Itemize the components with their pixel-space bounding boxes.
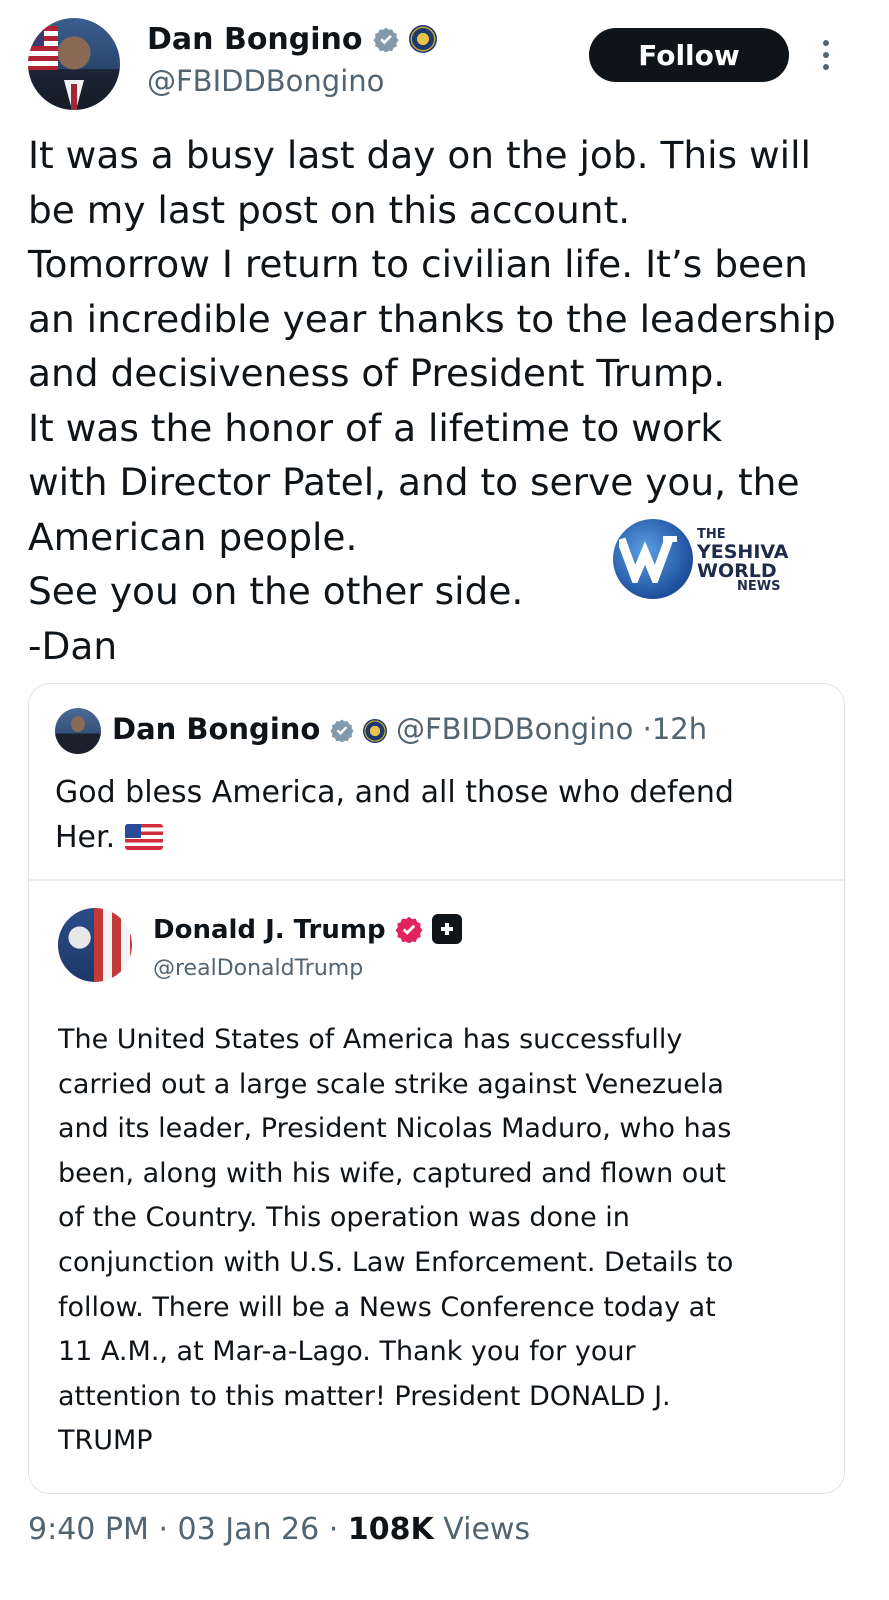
trump-text-line: follow. There will be a News Conference … bbox=[58, 1291, 716, 1323]
quoted-text-word: Her. bbox=[55, 820, 116, 855]
avatar-tie bbox=[71, 84, 77, 110]
trump-name-row: Donald J. Trump bbox=[153, 914, 462, 945]
views-label: Views bbox=[443, 1512, 531, 1547]
views-count: 108K bbox=[347, 1512, 434, 1547]
us-flag-icon bbox=[124, 824, 163, 850]
post-metadata: 9:40 PM · 03 Jan 26 · 108K Views bbox=[28, 1512, 530, 1547]
trump-text-line: The United States of America has success… bbox=[58, 1024, 683, 1055]
quoted-text-line: God bless America, and all those who def… bbox=[55, 775, 734, 810]
yeshiva-world-news-watermark: THE YESHIVA WORLD NEWS bbox=[613, 519, 793, 603]
quoted-author-name[interactable]: Dan Bongino bbox=[112, 712, 320, 746]
trump-text-line: 11 A.M., at Mar-a-Lago. Thank you for yo… bbox=[58, 1336, 636, 1368]
quoted-post-text: God bless America, and all those who def… bbox=[55, 770, 815, 860]
trump-text-line: TRUMP bbox=[58, 1425, 153, 1457]
trump-avatar[interactable] bbox=[58, 908, 132, 982]
post-time[interactable]: 9:40 PM bbox=[28, 1512, 149, 1547]
divider bbox=[29, 879, 844, 881]
trump-post-text: The United States of America has success… bbox=[58, 1018, 818, 1464]
quoted-author-handle[interactable]: @FBIDDBongino bbox=[396, 712, 633, 746]
author-avatar[interactable] bbox=[28, 18, 120, 110]
watermark-text: THE bbox=[697, 527, 726, 542]
watermark-logo-icon bbox=[613, 519, 693, 599]
post-date[interactable]: 03 Jan 26 bbox=[178, 1512, 320, 1547]
trump-text-line: been, along with his wife, captured and … bbox=[58, 1157, 726, 1189]
trump-text-line: of the Country. This operation was done … bbox=[58, 1202, 630, 1234]
flag-background bbox=[28, 26, 58, 70]
author-name[interactable]: Dan Bongino bbox=[147, 22, 363, 57]
more-options-icon[interactable] bbox=[820, 40, 832, 70]
trump-text-line: attention to this matter! President DONA… bbox=[58, 1380, 671, 1412]
separator: · bbox=[158, 1512, 168, 1547]
post-text-line: an incredible year thanks to the leaders… bbox=[28, 296, 836, 341]
author-handle[interactable]: @FBIDDBongino bbox=[147, 64, 384, 98]
separator: · bbox=[642, 712, 652, 746]
post-text-line: and decisiveness of President Trump. bbox=[28, 351, 726, 395]
quoted-author-avatar[interactable] bbox=[55, 708, 101, 754]
quoted-post-header: Dan Bongino @FBIDDBongino ·12h bbox=[112, 712, 707, 746]
verified-badge-red-icon bbox=[395, 916, 423, 943]
trump-author-name[interactable]: Donald J. Trump bbox=[153, 915, 386, 945]
post-text-line: -Dan bbox=[28, 623, 118, 668]
verified-badge-icon bbox=[329, 719, 354, 742]
separator: · bbox=[328, 1512, 339, 1547]
follow-button[interactable]: Follow bbox=[589, 28, 789, 82]
fbi-seal-icon bbox=[362, 719, 387, 743]
trump-text-line: and its leader, President Nicolas Maduro… bbox=[58, 1113, 732, 1145]
quoted-post-age[interactable]: 12h bbox=[652, 712, 707, 746]
post-text-line: It was the honor of a lifetime to work bbox=[28, 405, 723, 450]
author-name-row[interactable]: Dan Bongino bbox=[147, 22, 438, 57]
trump-text-line: conjunction with U.S. Law Enforcement. D… bbox=[58, 1246, 734, 1278]
fbi-seal-icon bbox=[409, 25, 438, 53]
post-text-line: It was a busy last day on the job. This … bbox=[28, 133, 811, 177]
verified-badge-icon bbox=[373, 27, 399, 52]
watermark-text: NEWS bbox=[737, 579, 781, 594]
post-text-line: with Director Patel, and to serve you, t… bbox=[28, 460, 800, 504]
post-text-line: Tomorrow I return to civilian life. It’s… bbox=[28, 242, 808, 286]
post-text-line: be my last post on this account. bbox=[28, 187, 631, 232]
plus-badge-icon bbox=[431, 914, 462, 944]
trump-text-line: carried out a large scale strike against… bbox=[58, 1068, 724, 1100]
trump-author-handle[interactable]: @realDonaldTrump bbox=[153, 956, 363, 981]
quoted-text-line: Her. bbox=[55, 815, 815, 860]
